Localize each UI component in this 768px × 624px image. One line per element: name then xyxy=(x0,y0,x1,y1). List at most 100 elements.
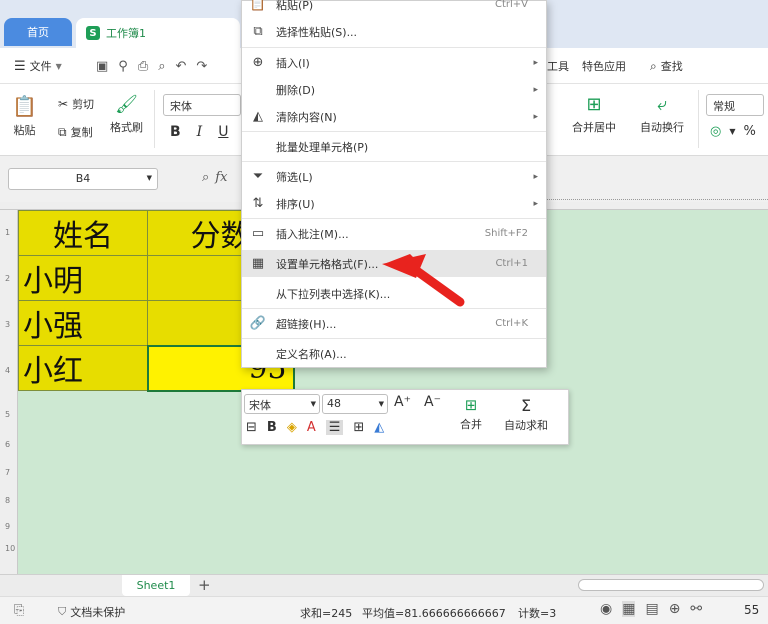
insert-icon: ⊕ xyxy=(252,55,264,70)
menu-item-insert[interactable]: ⊕ 插入(I) ▸ xyxy=(242,49,546,76)
clipboard-icon: 📋 xyxy=(12,94,37,118)
menu-item-batch[interactable]: 批量处理单元格(P) xyxy=(242,133,546,160)
table-cell[interactable]: 小明 xyxy=(18,255,148,301)
page-break-icon[interactable]: ⊕ xyxy=(669,601,681,617)
menu-tools-label: 工具 xyxy=(547,60,569,73)
paste-icon: 📋 xyxy=(249,0,267,12)
fill-color-icon[interactable]: ◈ xyxy=(287,420,297,435)
menu-item-hyperlink[interactable]: 🔗 超链接(H)... Ctrl+K xyxy=(242,310,546,337)
link-icon: 🔗 xyxy=(249,316,267,331)
zoom-formula-icon[interactable]: ⌕ xyxy=(202,170,209,185)
format-painter-button[interactable]: 🖌 格式刷 xyxy=(110,94,143,135)
wrap-text-button[interactable]: ⤶ 自动换行 xyxy=(640,94,684,135)
menu-item-label: 从下拉列表中选择(K)... xyxy=(276,287,391,301)
paste-special-icon: ⧉ xyxy=(253,24,263,39)
cut-button[interactable]: ✂ 剪切 xyxy=(58,96,94,112)
clear-format-icon[interactable]: ◭ xyxy=(374,420,384,435)
chevron-right-icon: ▸ xyxy=(533,84,538,95)
menu-item-paste-special[interactable]: ⧉ 选择性粘贴(S)... xyxy=(242,18,546,45)
mini-size-value: 48 xyxy=(327,397,341,410)
menu-separator xyxy=(242,161,546,162)
horizontal-scrollbar[interactable] xyxy=(578,579,764,591)
row-number: 6 xyxy=(5,440,11,449)
mini-merge-label: 合并 xyxy=(460,418,482,431)
hamburger-icon: ☰ xyxy=(14,58,26,74)
sheet-tab[interactable]: Sheet1 xyxy=(122,575,190,596)
add-sheet-icon[interactable]: + xyxy=(198,576,211,594)
mini-font-select[interactable]: 宋体 ▼ xyxy=(244,394,320,414)
menu-item-define-name[interactable]: 定义名称(A)... xyxy=(242,340,546,367)
align-icon[interactable]: ☰ xyxy=(325,420,344,435)
normal-view-icon[interactable]: ▦ xyxy=(622,601,636,617)
arrow-shaft xyxy=(405,261,465,307)
page-layout-icon[interactable]: ▤ xyxy=(645,601,658,617)
fx-button[interactable]: fx xyxy=(215,170,227,185)
menu-tools[interactable]: 工具 xyxy=(547,58,569,74)
redo-icon[interactable]: ↷ xyxy=(196,59,207,74)
menu-item-insert-comment[interactable]: ▭ 插入批注(M)... Shift+F2 xyxy=(242,220,546,247)
borders-icon[interactable]: ⊞ xyxy=(353,420,364,435)
row-number: 10 xyxy=(5,544,16,553)
tools-icon[interactable]: ⚲ xyxy=(118,59,128,74)
table-cell[interactable]: 姓名 xyxy=(18,210,148,256)
italic-button[interactable]: I xyxy=(197,124,203,140)
merge-center-button[interactable]: ⊞ 合并居中 xyxy=(572,94,616,135)
search-button[interactable]: ⌕ 查找 xyxy=(650,58,683,74)
search-icon: ⌕ xyxy=(650,58,657,73)
ruler xyxy=(547,192,768,200)
row-number: 3 xyxy=(5,320,11,329)
chevron-right-icon: ▸ xyxy=(533,57,538,68)
sheet-tabs-bar: Sheet1 + xyxy=(0,574,768,596)
menu-item-label: 排序(U) xyxy=(276,197,315,211)
eraser-icon: ◭ xyxy=(253,109,263,124)
file-menu-label: 文件 xyxy=(29,60,52,73)
tab-home[interactable]: 首页 xyxy=(4,18,72,46)
reading-view-icon[interactable]: ⚯ xyxy=(690,601,702,617)
print-icon[interactable]: ⎙ xyxy=(138,59,148,74)
scissors-icon: ✂ xyxy=(58,97,69,111)
mini-autosum-label: 自动求和 xyxy=(504,419,548,432)
menu-features[interactable]: 特色应用 xyxy=(582,58,626,74)
number-format-select[interactable]: 常规 xyxy=(706,94,764,116)
undo-icon[interactable]: ↶ xyxy=(176,59,187,74)
font-color-icon[interactable]: A xyxy=(307,420,316,435)
table-cell[interactable]: 小强 xyxy=(18,300,148,346)
chevron-down-icon[interactable]: ▼ xyxy=(729,127,735,136)
font-name-select[interactable]: 宋体 xyxy=(163,94,241,116)
table-cell[interactable]: 小红 xyxy=(18,345,148,391)
mini-merge-button[interactable]: ⊞ 合并 xyxy=(460,396,482,432)
underline-button[interactable]: U xyxy=(218,124,228,140)
mini-bold-button[interactable]: B xyxy=(267,420,277,435)
menu-item-filter[interactable]: ⏷ 筛选(L) ▸ xyxy=(242,163,546,190)
menu-item-delete[interactable]: 删除(D) ▸ xyxy=(242,76,546,103)
menu-separator xyxy=(242,47,546,48)
macro-icon[interactable]: ⎘ xyxy=(14,603,24,618)
tab-workbook[interactable]: S 工作簿1 xyxy=(76,18,240,48)
increase-font-icon[interactable]: A⁺ xyxy=(394,394,411,410)
name-box[interactable]: B4 ▼ xyxy=(8,168,158,190)
currency-icon[interactable]: ◎ xyxy=(710,124,721,139)
format-painter-label: 格式刷 xyxy=(110,121,143,134)
eye-icon[interactable]: ◉ xyxy=(600,601,612,617)
chevron-down-icon: ▼ xyxy=(146,174,152,182)
mini-autosum-button[interactable]: Σ 自动求和 xyxy=(504,396,548,433)
mini-size-select[interactable]: 48 ▼ xyxy=(322,394,388,414)
border-layout-icon[interactable]: ⊟ xyxy=(246,420,257,435)
preview-icon[interactable]: ⌕ xyxy=(158,59,165,74)
menu-item-paste[interactable]: 📋 粘贴(P) Ctrl+V xyxy=(242,0,546,18)
menu-item-clear[interactable]: ◭ 清除内容(N) ▸ xyxy=(242,103,546,130)
floating-format-toolbar: 宋体 ▼ 48 ▼ A⁺ A⁻ ⊟ B ◈ A ☰ ⊞ ◭ ⊞ 合并 Σ 自动求… xyxy=(241,389,569,445)
filter-icon: ⏷ xyxy=(252,169,264,184)
row-number: 9 xyxy=(5,522,11,531)
doc-protect-status[interactable]: ⛉ 文档未保护 xyxy=(58,604,125,620)
copy-button[interactable]: ⧉ 复制 xyxy=(58,124,93,140)
paste-button[interactable]: 📋 粘贴 xyxy=(12,94,37,138)
percent-button[interactable]: % xyxy=(744,124,756,139)
zoom-level[interactable]: 55 xyxy=(744,603,759,617)
decrease-font-icon[interactable]: A⁻ xyxy=(424,394,441,410)
bold-button[interactable]: B xyxy=(170,124,181,140)
file-menu[interactable]: ☰ 文件 ▼ xyxy=(14,58,62,74)
image-icon[interactable]: ▣ xyxy=(96,59,108,74)
menu-item-sort[interactable]: ⇅ 排序(U) ▸ xyxy=(242,190,546,217)
quick-access-toolbar: ▣ ⚲ ⎙ ⌕ ↶ ↷ xyxy=(96,58,207,74)
